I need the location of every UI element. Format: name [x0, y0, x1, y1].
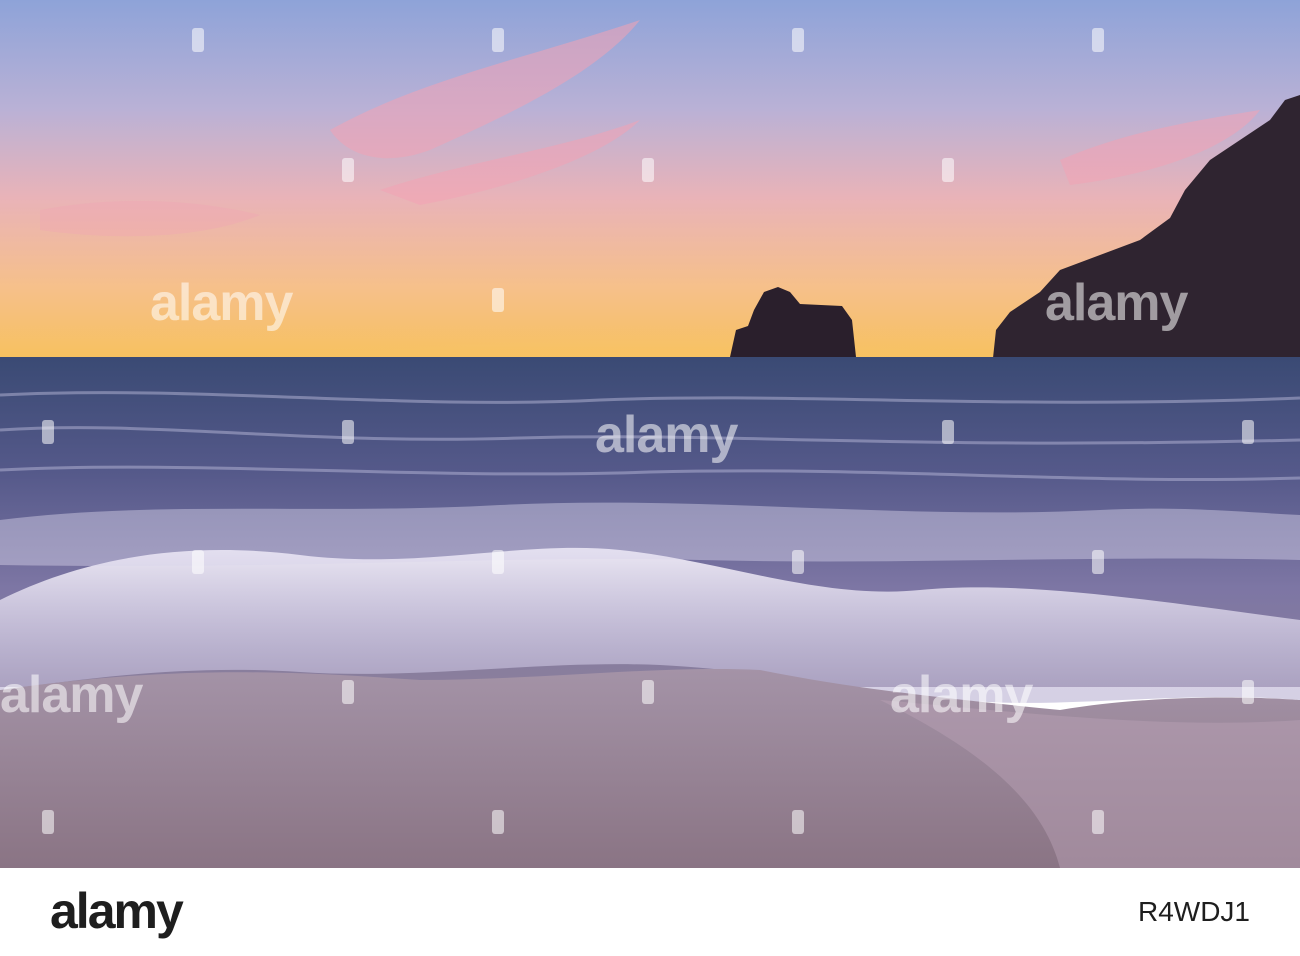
watermark-text: alamy	[1045, 274, 1189, 332]
watermark-mark	[642, 680, 654, 704]
watermark-mark	[492, 28, 504, 52]
brand-logo[interactable]: alamy	[50, 886, 184, 936]
watermark-mark	[192, 550, 204, 574]
watermark-mark	[1092, 28, 1104, 52]
watermark-mark	[792, 550, 804, 574]
watermark-mark	[792, 810, 804, 834]
beach-sunset-photo: alamy alamy alamy alamy alamy	[0, 0, 1300, 868]
watermark-mark	[1092, 810, 1104, 834]
watermark-text: alamy	[595, 406, 739, 464]
watermark-mark	[492, 288, 504, 312]
watermark-mark	[42, 420, 54, 444]
watermark-mark	[942, 420, 954, 444]
footer-bar: alamy R4WDJ1	[0, 868, 1300, 956]
image-id: R4WDJ1	[1137, 896, 1250, 927]
watermark-mark	[942, 158, 954, 182]
watermark-text: alamy	[150, 274, 294, 332]
photo-svg: alamy alamy alamy alamy alamy	[0, 0, 1300, 868]
watermark-text: alamy	[890, 666, 1034, 724]
watermark-mark	[492, 550, 504, 574]
watermark-mark	[342, 158, 354, 182]
watermark-mark	[342, 680, 354, 704]
watermark-mark	[342, 420, 354, 444]
watermark-mark	[642, 158, 654, 182]
watermark-mark	[492, 810, 504, 834]
watermark-mark	[1092, 550, 1104, 574]
watermark-text: alamy	[0, 666, 144, 724]
watermark-mark	[42, 810, 54, 834]
watermark-mark	[792, 28, 804, 52]
watermark-mark	[1242, 680, 1254, 704]
watermark-mark	[1242, 420, 1254, 444]
watermark-mark	[192, 28, 204, 52]
